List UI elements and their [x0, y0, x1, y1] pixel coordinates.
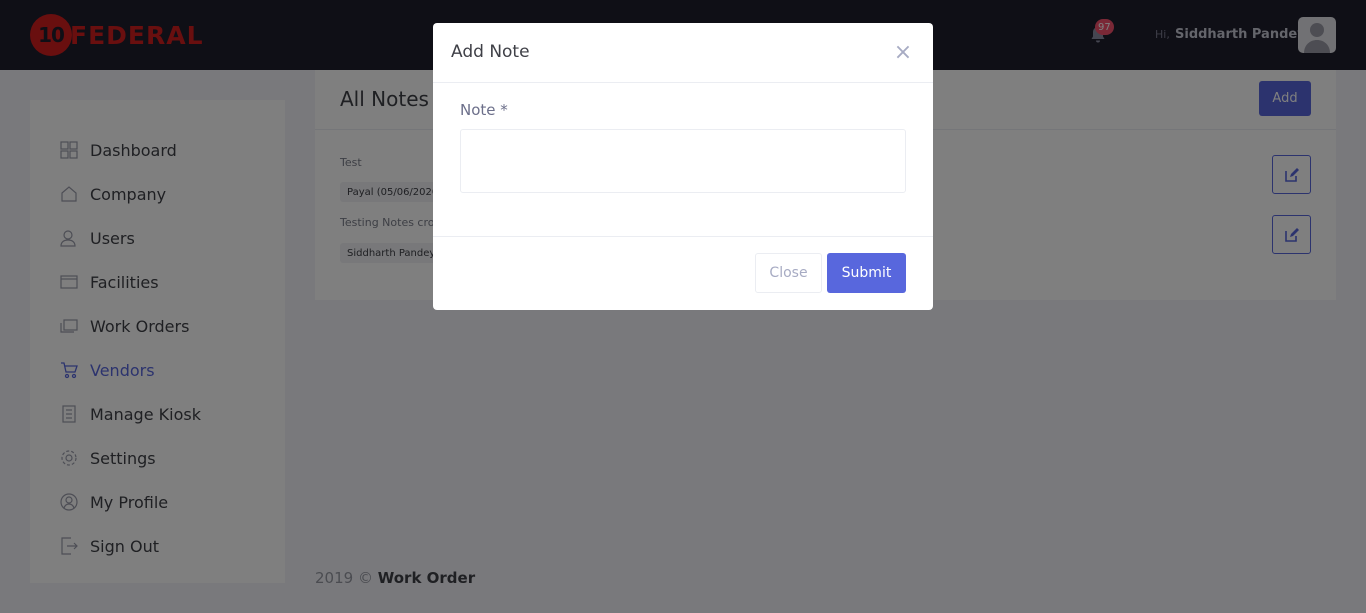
note-field[interactable] [460, 129, 906, 193]
submit-button[interactable]: Submit [827, 253, 906, 293]
note-field-label: Note * [460, 101, 508, 119]
modal-footer-divider [433, 236, 933, 237]
modal-header: Add Note × [433, 23, 933, 83]
close-button[interactable]: Close [755, 253, 822, 293]
close-icon[interactable]: × [893, 42, 913, 64]
modal-title: Add Note [451, 42, 530, 62]
add-note-modal: Add Note × Note * Close Submit [433, 23, 933, 310]
